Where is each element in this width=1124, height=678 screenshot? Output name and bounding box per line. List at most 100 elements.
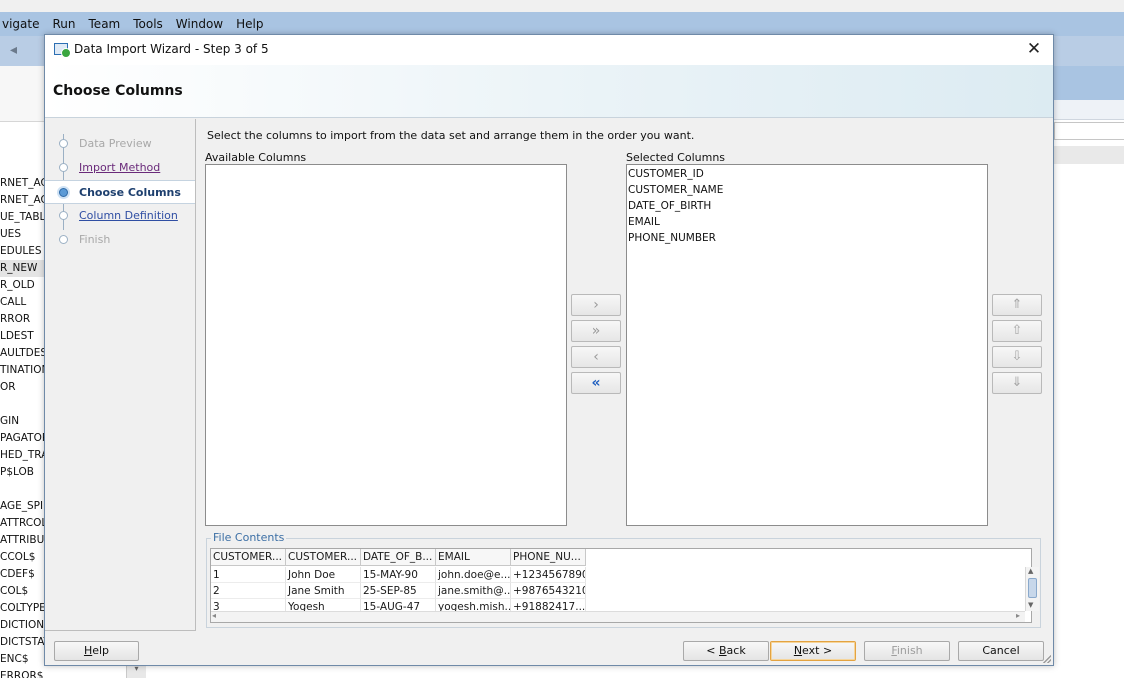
table-cell: 1	[211, 567, 286, 583]
navigator-tree-item[interactable]: UES	[0, 226, 45, 243]
move-down-button[interactable]: ⇩	[992, 346, 1042, 368]
navigator-tree-item[interactable]: RNET_AG	[0, 175, 45, 192]
next-button[interactable]: Next >	[770, 641, 856, 661]
move-all-right-button[interactable]: »	[571, 320, 621, 342]
close-icon[interactable]: ✕	[1023, 38, 1045, 60]
selected-columns-label: Selected Columns	[626, 151, 726, 164]
back-button[interactable]: < Back	[683, 641, 769, 661]
table-cell: Jane Smith	[286, 583, 361, 599]
navigator-tree-item[interactable]: DICTSTAT	[0, 634, 45, 651]
navigator-tree-item[interactable]: OR	[0, 379, 45, 396]
navigator-tree-item[interactable]: R_OLD	[0, 277, 45, 294]
move-right-button[interactable]: ›	[571, 294, 621, 316]
scrollbar-thumb[interactable]	[1028, 578, 1037, 598]
step-label: Finish	[79, 233, 111, 246]
move-down-icon: ⇩	[1011, 349, 1023, 364]
scroll-right-arrow-icon[interactable]: ▸	[1016, 611, 1020, 620]
menu-team[interactable]: Team	[89, 17, 121, 31]
table-cell: +9876543210	[511, 583, 586, 599]
column-header[interactable]: PHONE_NU...	[511, 549, 586, 566]
move-bottom-button[interactable]: ⇓	[992, 372, 1042, 394]
navigator-tree-item[interactable]: PAGATOR	[0, 430, 45, 447]
menu-window[interactable]: Window	[176, 17, 223, 31]
move-all-left-button[interactable]: «	[571, 372, 621, 394]
step-node-icon	[59, 235, 68, 244]
column-header[interactable]: CUSTOMER...	[211, 549, 286, 566]
ide-navigator-header	[0, 66, 45, 122]
ide-menubar: vigate Run Team Tools Window Help	[0, 12, 1124, 36]
navigator-tree-item[interactable]: CALL	[0, 294, 45, 311]
navigator-tree-item[interactable]: EDULES	[0, 243, 45, 260]
navigator-tree-item[interactable]: ATTRIBUT	[0, 532, 45, 549]
scroll-left-arrow-icon[interactable]: ◂	[212, 611, 216, 620]
ide-filter-input[interactable]	[1054, 122, 1124, 140]
column-header[interactable]: DATE_OF_B...	[361, 549, 436, 566]
column-header[interactable]: EMAIL	[436, 549, 511, 566]
available-columns-list[interactable]	[205, 164, 567, 526]
move-up-button[interactable]: ⇧	[992, 320, 1042, 342]
navigator-tree-item[interactable]: LDEST	[0, 328, 45, 345]
navigator-tree-item[interactable]: DICTIONA	[0, 617, 45, 634]
navigator-tree-item[interactable]: AULTDEST	[0, 345, 45, 362]
toolbar-back-icon[interactable]: ◂	[10, 43, 26, 57]
ide-scroll-down-arrow[interactable]: ▾	[126, 664, 146, 678]
navigator-tree-item[interactable]: RROR	[0, 311, 45, 328]
navigator-tree-item[interactable]: COLTYPE$	[0, 600, 45, 617]
move-top-button[interactable]: ⇑	[992, 294, 1042, 316]
ide-subbar	[1054, 100, 1124, 120]
resize-grip-icon[interactable]	[1043, 655, 1051, 663]
double-chevron-right-icon: »	[591, 323, 601, 339]
move-left-button[interactable]: ‹	[571, 346, 621, 368]
scroll-up-arrow-icon[interactable]: ▲	[1028, 567, 1033, 575]
step-label[interactable]: Import Method	[79, 161, 160, 174]
navigator-tree-item[interactable]	[0, 481, 45, 498]
navigator-tree-item[interactable]: ERROR$	[0, 668, 45, 678]
navigator-tree-item[interactable]: COL$	[0, 583, 45, 600]
dialog-titlebar: Data Import Wizard - Step 3 of 5 ✕	[45, 35, 1053, 65]
step-node-icon	[59, 211, 68, 220]
navigator-tree-item[interactable]: GIN	[0, 413, 45, 430]
menu-navigate[interactable]: vigate	[2, 17, 40, 31]
navigator-tree-item[interactable]: UE_TABLE	[0, 209, 45, 226]
page-title: Choose Columns	[53, 83, 183, 99]
table-cell: john.doe@e...	[436, 567, 511, 583]
dialog-title: Data Import Wizard - Step 3 of 5	[74, 42, 269, 56]
double-chevron-left-icon: «	[591, 375, 601, 391]
step-label[interactable]: Column Definition	[79, 209, 178, 222]
selected-column-item[interactable]: PHONE_NUMBER	[628, 230, 716, 246]
menu-help[interactable]: Help	[236, 17, 263, 31]
navigator-tree-item[interactable]: ATTRCOL$	[0, 515, 45, 532]
menu-tools[interactable]: Tools	[133, 17, 163, 31]
cancel-button[interactable]: Cancel	[958, 641, 1044, 661]
move-up-icon: ⇧	[1011, 323, 1023, 338]
step-choose-columns: Choose Columns	[45, 180, 195, 204]
navigator-tree-item[interactable]: HED_TRA	[0, 447, 45, 464]
file-contents-vertical-scrollbar[interactable]: ▲ ▼	[1025, 567, 1039, 611]
navigator-tree-item[interactable]	[0, 396, 45, 413]
table-cell: 25-SEP-85	[361, 583, 436, 599]
scroll-down-arrow-icon[interactable]: ▼	[1028, 601, 1033, 609]
step-column-definition[interactable]: Column Definition	[45, 205, 195, 227]
selected-column-item[interactable]: EMAIL	[628, 214, 660, 230]
help-button[interactable]: Help	[54, 641, 139, 661]
navigator-tree-item[interactable]: RNET_AG	[0, 192, 45, 209]
navigator-tree-item[interactable]: CDEF$	[0, 566, 45, 583]
menu-run[interactable]: Run	[53, 17, 76, 31]
selected-columns-list[interactable]: CUSTOMER_ID CUSTOMER_NAME DATE_OF_BIRTH EMA…	[626, 164, 988, 526]
table-cell: +1234567890	[511, 567, 586, 583]
chevron-right-icon: ›	[593, 297, 599, 313]
column-header[interactable]: CUSTOMER...	[286, 549, 361, 566]
navigator-tree-item[interactable]: P$LOB	[0, 464, 45, 481]
navigator-tree-item[interactable]: ENC$	[0, 651, 45, 668]
selected-column-item[interactable]: CUSTOMER_ID	[628, 166, 704, 182]
navigator-tree-item[interactable]: TINATION	[0, 362, 45, 379]
selected-column-item[interactable]: DATE_OF_BIRTH	[628, 198, 711, 214]
navigator-tree-item[interactable]: AGE_SPILL	[0, 498, 45, 515]
file-contents-horizontal-scrollbar[interactable]: ◂ ▸	[211, 611, 1025, 622]
table-cell: 2	[211, 583, 286, 599]
navigator-tree-item[interactable]: CCOL$	[0, 549, 45, 566]
navigator-tree-item[interactable]: R_NEW	[0, 260, 45, 277]
move-bottom-icon: ⇓	[1011, 375, 1023, 390]
step-import-method[interactable]: Import Method	[45, 157, 195, 179]
selected-column-item[interactable]: CUSTOMER_NAME	[628, 182, 723, 198]
